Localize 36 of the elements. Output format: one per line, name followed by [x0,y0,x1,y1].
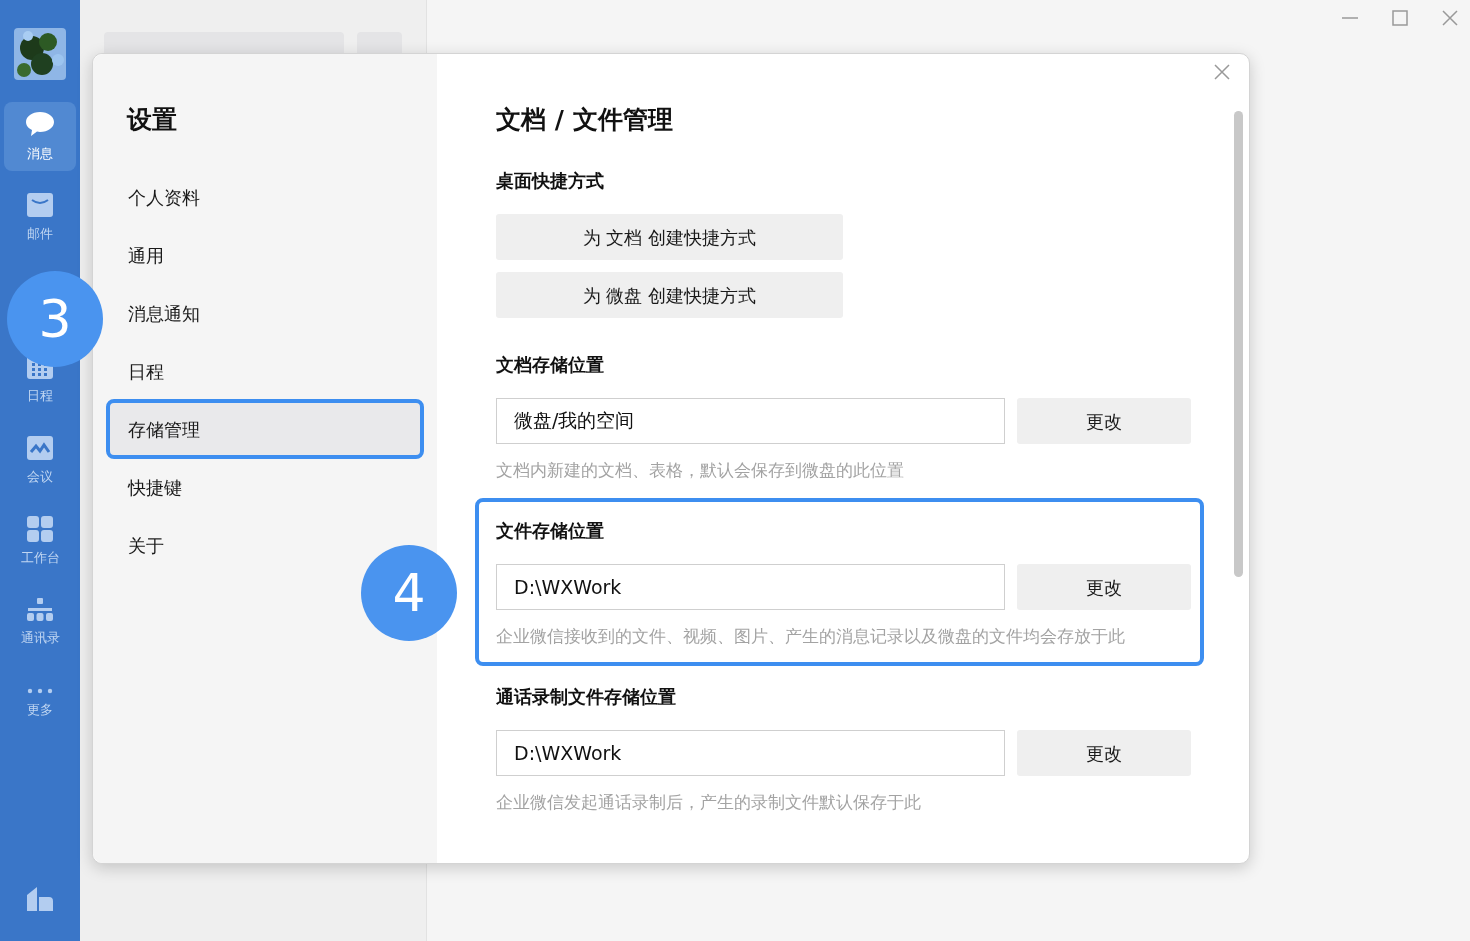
settings-menu-item[interactable]: 通用 [109,228,183,282]
maximize-icon[interactable] [1390,8,1410,28]
shortcut-button[interactable]: 为 文档 创建快捷方式 [496,214,843,260]
rail-tab[interactable]: 消息 [4,102,76,171]
hint-text: 文档内新建的文档、表格，默认会保存到微盘的此位置 [496,459,905,482]
close-icon[interactable] [1440,8,1460,28]
org-chart-icon [27,597,53,622]
dialog-title: 设置 [125,104,178,136]
change-button[interactable]: 更改 [1017,730,1191,776]
section-heading: 文档存储位置 [496,353,605,377]
building-icon[interactable] [27,885,53,911]
path-field[interactable]: 微盘/我的空间 [496,398,1005,444]
change-button[interactable]: 更改 [1017,398,1191,444]
settings-menu-item[interactable]: 快捷键 [109,460,201,514]
change-button[interactable]: 更改 [1017,564,1191,610]
settings-menu-item[interactable]: 个人资料 [109,170,219,224]
settings-menu-item[interactable]: 存储管理 [109,402,421,456]
close-icon[interactable] [1213,63,1231,81]
path-field[interactable]: D:\WXWork [496,564,1005,610]
page-title: 文档 / 文件管理 [496,104,674,136]
path-field[interactable]: D:\WXWork [496,730,1005,776]
hint-text: 企业微信发起通话录制后，产生的录制文件默认保存于此 [496,791,922,814]
chat-bubble-icon [25,109,55,138]
section-heading: 桌面快捷方式 [496,169,605,193]
more-icon [27,687,53,694]
settings-menu-item[interactable]: 消息通知 [109,286,219,340]
scrollbar[interactable] [1234,111,1243,577]
shortcut-button[interactable]: 为 微盘 创建快捷方式 [496,272,843,318]
grid-icon [27,515,53,542]
envelope-icon [27,191,53,218]
section-heading: 通话录制文件存储位置 [496,685,677,709]
settings-menu-item[interactable]: 日程 [109,344,183,398]
section-heading: 文件存储位置 [496,519,605,543]
picture-frame-icon [27,434,53,461]
hint-text: 企业微信接收到的文件、视频、图片、产生的消息记录以及微盘的文件均会存放于此 [496,625,1126,648]
settings-menu-item[interactable]: 关于 [109,518,183,572]
